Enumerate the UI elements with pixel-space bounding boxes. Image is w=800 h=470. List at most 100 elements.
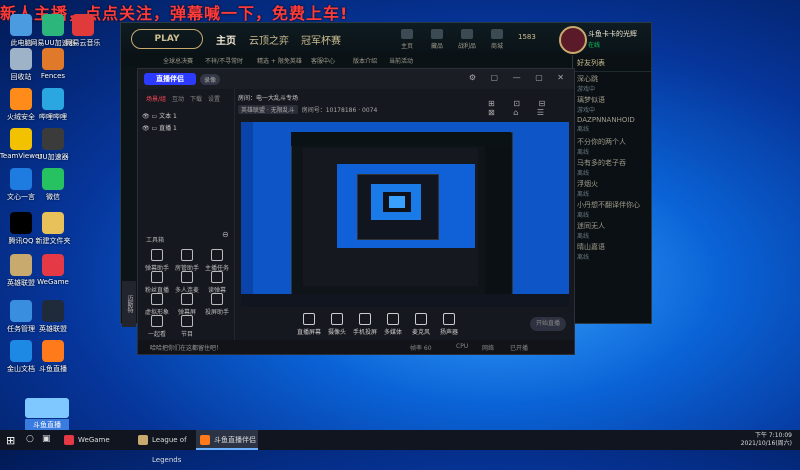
friend-item[interactable]: 晴山嘉语 离线	[573, 240, 651, 261]
app-icon	[42, 254, 64, 276]
toolbar-label: 麦克风	[411, 329, 430, 336]
sub-nav-item[interactable]: 版本介绍	[353, 56, 377, 65]
friend-name: 马有多的老子吞	[577, 159, 626, 167]
toolbar-icon	[359, 313, 371, 325]
bottom-toolbar-button[interactable]: 麦克风	[406, 313, 436, 336]
desktop-icon[interactable]: 新建文件夹	[30, 212, 76, 246]
friend-item[interactable]: 马有多的老子吞 离线	[573, 156, 651, 177]
tab-tft[interactable]: 云顶之弈	[249, 32, 289, 47]
sub-nav-item[interactable]: 精选 + 限免英雄	[257, 56, 302, 65]
friend-item[interactable]: 小丹想不翻译伴你心 离线	[573, 198, 651, 219]
scene-item[interactable]: 👁 ▭ 文本 1	[142, 111, 177, 120]
preview-canvas[interactable]	[241, 122, 569, 307]
tab-interact[interactable]: 互动	[172, 94, 184, 103]
play-button[interactable]: PLAY	[131, 29, 203, 49]
friend-status: 离线	[577, 233, 590, 240]
taskbar: ⊞ ○ ▣ WeGame League of Legends 斗鱼直播伴侣 下午…	[0, 430, 800, 464]
toolbox-settings-icon[interactable]: ⊖	[222, 230, 229, 239]
desktop-icon[interactable]: 微信	[30, 168, 76, 202]
app-icon	[42, 340, 64, 362]
app-icon	[10, 254, 32, 276]
app-icon	[72, 14, 94, 36]
friends-header: 好友列表	[573, 55, 651, 72]
bottom-toolbar-button[interactable]: 手机投屏	[350, 313, 380, 336]
currency-display: 1583	[518, 33, 536, 41]
loot-icon[interactable]: 战利品	[456, 29, 478, 50]
friend-status: 离线	[577, 191, 590, 198]
store-icon[interactable]: 商城	[486, 29, 508, 50]
avatar[interactable]	[559, 26, 587, 54]
bottom-toolbar-button[interactable]: 摄像头	[322, 313, 352, 336]
search-icon[interactable]: ○	[26, 434, 34, 444]
window-controls[interactable]: ⚙ ▢ — ▢ ✕	[469, 73, 570, 82]
app-logo: 直播伴侣	[144, 73, 196, 85]
windows-start-icon[interactable]: ⊞	[6, 434, 15, 447]
tool-icon	[181, 249, 193, 261]
tab-scenes[interactable]: 场景/组	[146, 94, 166, 103]
taskbar-item-stream[interactable]: 斗鱼直播伴侣	[196, 430, 258, 450]
tab-settings[interactable]: 设置	[208, 94, 220, 103]
sub-nav-item[interactable]: 不祥/不寻常时	[205, 56, 243, 65]
toolbox-item[interactable]: 弹幕屏	[172, 293, 202, 316]
toolbox-item[interactable]: 一起看	[142, 315, 172, 338]
scene-item[interactable]: 👁 ▭ 直播 1	[142, 123, 177, 132]
toolbox-item[interactable]: 节目	[172, 315, 202, 338]
go-live-button[interactable]: 开始直播	[530, 317, 566, 331]
desktop-icon[interactable]: WeGame	[30, 254, 76, 286]
app-icon	[10, 14, 32, 36]
toolbox-item[interactable]: 房管助手	[172, 249, 202, 272]
tab-download[interactable]: 下载	[190, 94, 202, 103]
toolbox-item[interactable]: 粉丝直播	[142, 271, 172, 294]
desktop-icon[interactable]: Fences	[30, 48, 76, 80]
desktop-icon[interactable]: 斗鱼直播	[30, 340, 76, 374]
friend-name: 不分你的两个人	[577, 138, 626, 146]
toolbar-label: 摄像头	[327, 329, 346, 336]
friend-item[interactable]: 深心跳 游戏中	[573, 72, 651, 93]
preview-toolbar-icons[interactable]: ⊞ ⊡ ⊟ ⊠ ⌂ ☰	[488, 99, 574, 117]
friend-item[interactable]: DAZPNNANHOID 离线	[573, 114, 651, 135]
collection-icon[interactable]: 藏品	[426, 29, 448, 50]
app-icon	[10, 128, 32, 150]
desktop-icon[interactable]: 哔哩哔哩	[30, 88, 76, 122]
bottom-toolbar-button[interactable]: 多媒体	[378, 313, 408, 336]
desktop-icon[interactable]: 英雄联盟	[30, 300, 76, 334]
friend-name: 小丹想不翻译伴你心	[577, 201, 640, 209]
sub-nav-item[interactable]: 全球总决赛	[163, 56, 193, 65]
clock[interactable]: 下午 7:10:09 2021/10/16(周六)	[741, 432, 792, 448]
status-item: CPU	[456, 343, 469, 350]
friend-name: 深心跳	[577, 75, 598, 83]
home-icon[interactable]: 主页	[396, 29, 418, 50]
toolbox-item[interactable]: 弹幕助手	[142, 249, 172, 272]
bottom-toolbar-button[interactable]: 直播屏幕	[294, 313, 324, 336]
friend-name: DAZPNNANHOID	[577, 116, 635, 124]
toolbox-item[interactable]: 投屏助手	[202, 293, 232, 316]
sub-nav-item[interactable]: 客服中心	[311, 56, 335, 65]
notice-message: 哈哈把你们在这都留住吧！	[150, 345, 223, 352]
task-view-icon[interactable]: ▣	[42, 434, 51, 444]
friend-item[interactable]: 璃梦似语 游戏中	[573, 93, 651, 114]
toolbar-label: 手机投屏	[352, 329, 377, 336]
toolbox-item[interactable]: 主播任务	[202, 249, 232, 272]
toolbox-item[interactable]: 虚拟形象	[142, 293, 172, 316]
toolbox-item[interactable]: 读弹幕	[202, 271, 232, 294]
friend-item[interactable]: 不分你的两个人 离线	[573, 135, 651, 156]
tool-icon	[181, 271, 193, 283]
tab-home[interactable]: 主页	[216, 32, 236, 47]
desktop-icon[interactable]: UU加速器	[30, 128, 76, 162]
friend-item[interactable]: 迷同无人 离线	[573, 219, 651, 240]
friend-item[interactable]: 浮烟火 离线	[573, 177, 651, 198]
tool-icon	[151, 271, 163, 283]
sub-nav-item[interactable]: 当前活动	[389, 56, 413, 65]
app-icon	[42, 128, 64, 150]
app-icon	[42, 48, 64, 70]
bottom-toolbar-button[interactable]: 扬声器	[434, 313, 464, 336]
toolbox-item[interactable]: 多人连麦	[172, 271, 202, 294]
side-tab[interactable]: 迈斯特	[122, 281, 136, 327]
app-icon	[10, 48, 32, 70]
friend-status: 游戏中	[577, 107, 596, 114]
tool-icon	[181, 315, 193, 327]
desktop-icon-label: 哔哩哔哩	[39, 113, 67, 121]
tab-clash[interactable]: 冠军杯赛	[301, 32, 341, 47]
record-badge[interactable]: 录像	[200, 74, 221, 85]
desktop-icon[interactable]: 网易云音乐	[60, 14, 106, 48]
